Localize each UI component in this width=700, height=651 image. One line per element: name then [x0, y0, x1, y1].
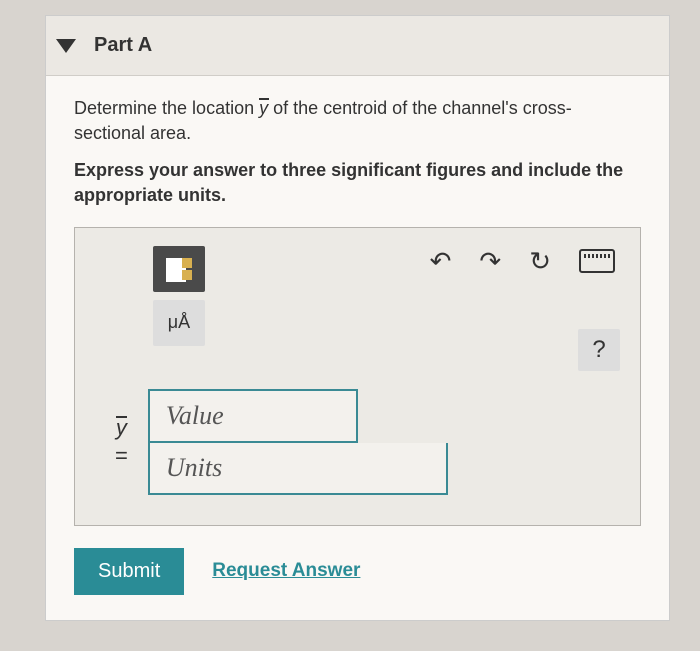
- help-label: ?: [592, 336, 605, 364]
- prompt-text-before: Determine the location: [74, 98, 259, 118]
- variable-label: y =: [115, 415, 128, 469]
- variable-y-bar: y: [259, 96, 268, 121]
- instruction-text: Express your answer to three significant…: [74, 158, 641, 207]
- prompt-text: Determine the location y of the centroid…: [74, 96, 641, 146]
- keyboard-icon[interactable]: [579, 249, 615, 273]
- redo-icon[interactable]: ↷: [479, 246, 501, 277]
- toolbar-right: ↶ ↷ ↻: [430, 246, 620, 277]
- variable-y-bar-label: y: [116, 415, 127, 441]
- answer-panel: μÅ ↶ ↷ ↻ ? y: [74, 227, 641, 526]
- submit-button[interactable]: Submit: [74, 548, 184, 595]
- toolbar: μÅ ↶ ↷ ↻ ?: [95, 246, 620, 371]
- toolbar-left: μÅ: [153, 246, 205, 346]
- chevron-down-icon: [56, 39, 76, 53]
- value-input[interactable]: Value: [148, 389, 358, 443]
- units-input[interactable]: Units: [148, 443, 448, 495]
- units-symbol-label: μÅ: [168, 312, 190, 333]
- part-header[interactable]: Part A: [46, 16, 669, 76]
- input-row: y = Value Units: [95, 389, 620, 495]
- equals-sign: =: [115, 443, 128, 469]
- action-row: Submit Request Answer: [74, 548, 641, 595]
- template-tool-button[interactable]: [153, 246, 205, 292]
- units-symbol-button[interactable]: μÅ: [153, 300, 205, 346]
- undo-icon[interactable]: ↶: [430, 246, 452, 277]
- question-panel: Part A Determine the location y of the c…: [45, 15, 670, 621]
- request-answer-link[interactable]: Request Answer: [212, 560, 360, 582]
- input-stack: Value Units: [148, 389, 448, 495]
- part-body: Determine the location y of the centroid…: [46, 76, 669, 620]
- template-icon: [166, 258, 192, 280]
- help-button[interactable]: ?: [578, 329, 620, 371]
- reset-icon[interactable]: ↻: [529, 246, 551, 277]
- part-title: Part A: [94, 34, 152, 57]
